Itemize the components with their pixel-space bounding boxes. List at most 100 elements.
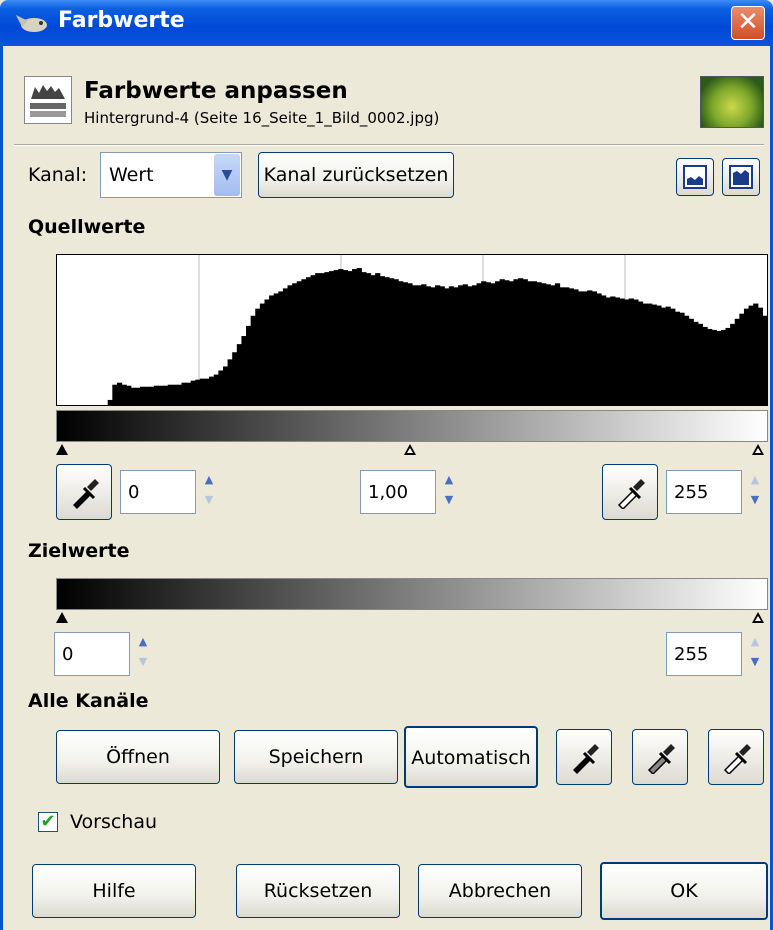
histogram-bar bbox=[149, 386, 155, 405]
histogram-bar bbox=[199, 378, 206, 405]
histogram-bar bbox=[720, 329, 727, 405]
channel-value: Wert bbox=[109, 164, 154, 186]
histogram-bar bbox=[259, 303, 266, 405]
gray-picker-button[interactable] bbox=[632, 729, 688, 785]
histogram-bar bbox=[458, 285, 464, 405]
output-high-value: 255 bbox=[674, 644, 709, 665]
histogram-bar bbox=[481, 281, 487, 405]
histogram-bar bbox=[490, 283, 496, 405]
output-high-field[interactable]: 255 bbox=[666, 632, 742, 676]
chevron-down-icon[interactable]: ▼ bbox=[214, 154, 240, 196]
histogram-bar bbox=[324, 272, 330, 405]
output-levels-title: Zielwerte bbox=[28, 540, 130, 562]
histogram-bar bbox=[333, 270, 339, 405]
histogram-bar bbox=[601, 295, 607, 405]
gimp-icon bbox=[16, 15, 47, 32]
input-low-spinner[interactable]: ▲ ▼ bbox=[198, 470, 220, 514]
histogram-bar bbox=[757, 307, 763, 405]
histogram-bar bbox=[370, 275, 376, 405]
output-low-field[interactable]: 0 bbox=[54, 632, 130, 676]
input-gamma-slider[interactable] bbox=[404, 444, 416, 455]
histogram-bar bbox=[674, 311, 680, 405]
help-button[interactable]: Hilfe bbox=[32, 864, 196, 918]
output-white-slider[interactable] bbox=[752, 612, 764, 623]
spin-up-icon[interactable]: ▲ bbox=[198, 470, 220, 490]
histogram-bar bbox=[195, 379, 201, 405]
pick-white-point-button[interactable] bbox=[602, 464, 658, 520]
histogram-bar bbox=[485, 282, 491, 405]
input-gradient-bar[interactable] bbox=[56, 410, 768, 442]
histogram-bar bbox=[541, 283, 547, 405]
histogram-bar bbox=[531, 281, 538, 405]
histogram-bar bbox=[633, 299, 639, 405]
output-low-spinner[interactable]: ▲ ▼ bbox=[132, 632, 154, 676]
cancel-button[interactable]: Abbrechen bbox=[418, 864, 582, 918]
black-picker-button[interactable] bbox=[556, 729, 612, 785]
histogram-bar bbox=[407, 283, 413, 405]
output-black-slider[interactable] bbox=[56, 612, 68, 623]
histogram-bar bbox=[688, 318, 694, 405]
reset-button[interactable]: Rücksetzen bbox=[236, 864, 400, 918]
histogram-bar bbox=[430, 287, 436, 405]
histogram-bar bbox=[209, 376, 215, 405]
histogram-bar bbox=[116, 382, 123, 405]
save-button[interactable]: Speichern bbox=[234, 730, 398, 784]
spin-up-icon[interactable]: ▲ bbox=[744, 470, 766, 490]
output-high-spinner[interactable]: ▲ ▼ bbox=[744, 632, 766, 676]
spin-up-icon[interactable]: ▲ bbox=[438, 470, 460, 490]
histogram-bar bbox=[573, 289, 579, 405]
input-high-spinner[interactable]: ▲ ▼ bbox=[744, 470, 766, 514]
input-black-slider[interactable] bbox=[56, 444, 68, 455]
levels-icon bbox=[24, 76, 72, 124]
spin-down-icon[interactable]: ▼ bbox=[132, 652, 154, 672]
histogram-bar bbox=[107, 399, 113, 405]
histogram-bar bbox=[153, 385, 160, 405]
histogram-bar bbox=[250, 315, 256, 405]
histogram-bar bbox=[338, 269, 344, 405]
input-gamma-field[interactable]: 1,00 bbox=[360, 470, 436, 514]
histogram-bar bbox=[739, 313, 745, 405]
input-gamma-spinner[interactable]: ▲ ▼ bbox=[438, 470, 460, 514]
histogram-bar bbox=[255, 308, 261, 405]
histogram-bar bbox=[545, 284, 551, 405]
spin-down-icon[interactable]: ▼ bbox=[438, 490, 460, 510]
histogram-bar bbox=[476, 283, 482, 405]
histogram-bar bbox=[158, 385, 164, 405]
input-low-field[interactable]: 0 bbox=[120, 470, 196, 514]
spin-down-icon[interactable]: ▼ bbox=[198, 490, 220, 510]
histogram-bar bbox=[707, 328, 713, 405]
histogram-bar bbox=[227, 359, 233, 405]
histogram-bar bbox=[670, 308, 676, 405]
spin-down-icon[interactable]: ▼ bbox=[744, 652, 766, 672]
input-levels-title: Quellwerte bbox=[28, 216, 146, 238]
spin-up-icon[interactable]: ▲ bbox=[132, 632, 154, 652]
pick-black-point-button[interactable] bbox=[56, 464, 112, 520]
reset-channel-button[interactable]: Kanal zurücksetzen bbox=[258, 152, 454, 198]
histogram-bar bbox=[204, 378, 210, 405]
histogram-bar bbox=[471, 285, 478, 405]
histogram-bar bbox=[315, 273, 321, 405]
preview-label[interactable]: Vorschau bbox=[70, 811, 157, 833]
linear-histogram-button[interactable] bbox=[676, 158, 714, 196]
histogram-bar bbox=[241, 336, 247, 405]
histogram-bar bbox=[614, 297, 621, 405]
histogram-bar bbox=[416, 285, 422, 405]
preview-checkbox[interactable]: ✔ bbox=[38, 812, 58, 832]
auto-label: Automatisch bbox=[411, 747, 531, 769]
auto-button[interactable]: Automatisch bbox=[404, 726, 538, 788]
spin-down-icon[interactable]: ▼ bbox=[744, 490, 766, 510]
dialog-subtitle: Hintergrund-4 (Seite 16_Seite_1_Bild_000… bbox=[84, 109, 440, 127]
log-histogram-button[interactable] bbox=[722, 158, 760, 196]
dialog-title: Farbwerte anpassen bbox=[84, 78, 348, 104]
spin-up-icon[interactable]: ▲ bbox=[744, 632, 766, 652]
input-white-slider[interactable] bbox=[752, 444, 764, 455]
histogram-bar bbox=[610, 296, 616, 405]
input-high-field[interactable]: 255 bbox=[666, 470, 742, 514]
white-picker-button[interactable] bbox=[708, 729, 764, 785]
close-button[interactable]: ✕ bbox=[731, 6, 765, 40]
channel-select[interactable]: Wert ▼ bbox=[100, 152, 242, 198]
open-button[interactable]: Öffnen bbox=[56, 730, 220, 784]
ok-button[interactable]: OK bbox=[600, 862, 768, 920]
histogram-bar bbox=[656, 305, 662, 405]
output-gradient-bar[interactable] bbox=[56, 578, 768, 610]
